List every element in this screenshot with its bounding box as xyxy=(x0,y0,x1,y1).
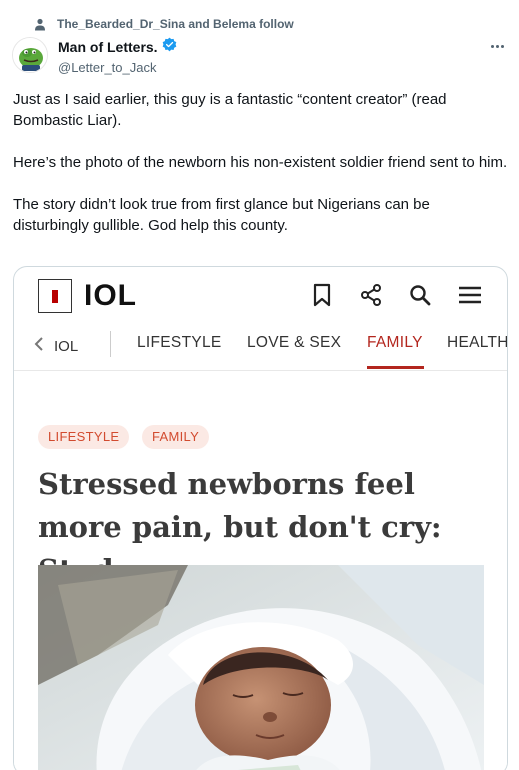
tweet-paragraph: The story didn’t look true from first gl… xyxy=(13,196,430,234)
nav-item-family: FAMILY xyxy=(367,334,423,351)
nav-item-lifestyle: LIFESTYLE xyxy=(137,334,222,351)
tag-lifestyle: LIFESTYLE xyxy=(38,425,130,449)
iol-nav: IOL LIFESTYLE LOVE & SEX FAMILY HEALTH xyxy=(14,325,508,371)
menu-icon xyxy=(457,282,483,308)
avatar[interactable] xyxy=(12,37,48,73)
iol-header: IOL xyxy=(14,267,507,325)
chevron-left-icon xyxy=(34,336,44,357)
tweet-text: Just as I said earlier, this guy is a fa… xyxy=(13,89,508,257)
iol-logo-icon xyxy=(38,279,72,313)
tweet-paragraph: Just as I said earlier, this guy is a fa… xyxy=(13,91,447,129)
bookmark-icon xyxy=(309,282,335,308)
tag-family: FAMILY xyxy=(142,425,210,449)
article: LIFESTYLE FAMILY Stressed newborns feel … xyxy=(14,371,507,770)
more-options-icon[interactable] xyxy=(487,38,507,54)
share-icon xyxy=(358,282,384,308)
nav-item-health: HEALTH xyxy=(447,334,508,351)
newborn-photo xyxy=(38,565,484,770)
social-context: The_Bearded_Dr_Sina and Belema follow xyxy=(33,17,294,31)
author-block: Man of Letters. @Letter_to_Jack xyxy=(58,37,177,75)
tweet-media[interactable]: IOL IOL LIFESTYLE LOVE & SEX FAMILY HEAL… xyxy=(13,266,508,770)
social-context-text[interactable]: The_Bearded_Dr_Sina and Belema follow xyxy=(57,17,294,31)
nav-back: IOL xyxy=(34,336,78,357)
nav-back-label: IOL xyxy=(54,338,79,355)
verified-badge-icon xyxy=(162,37,177,57)
person-icon xyxy=(33,17,47,31)
author-handle[interactable]: @Letter_to_Jack xyxy=(58,60,177,75)
author-name[interactable]: Man of Letters. xyxy=(58,39,158,55)
nav-divider xyxy=(110,331,111,357)
nav-active-indicator xyxy=(367,366,424,369)
iol-logo-text: IOL xyxy=(84,279,137,312)
tweet-paragraph: Here’s the photo of the newborn his non-… xyxy=(13,154,508,171)
nav-item-love-sex: LOVE & SEX xyxy=(247,334,342,351)
search-icon xyxy=(407,282,433,308)
